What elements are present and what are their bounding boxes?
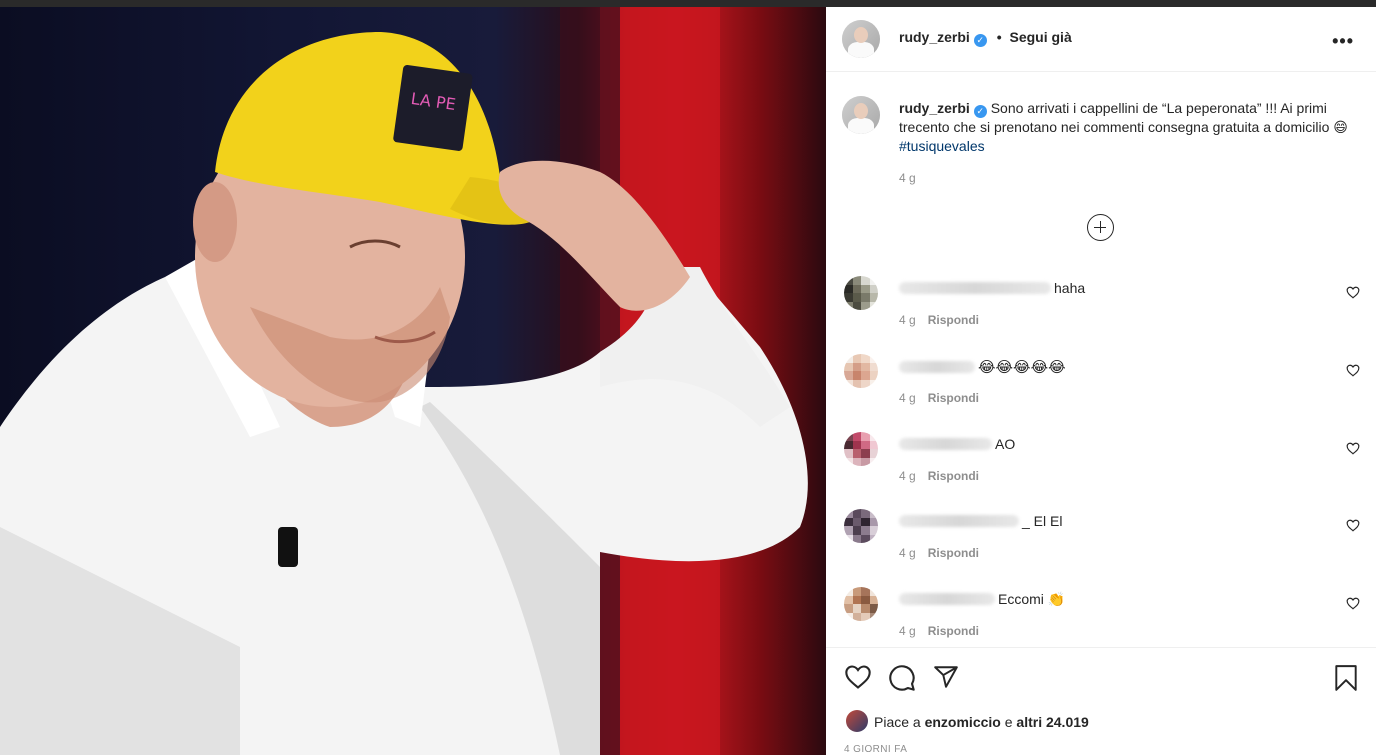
reply-button[interactable]: Rispondi bbox=[928, 313, 979, 327]
heart-icon[interactable] bbox=[1346, 442, 1360, 455]
commenter-avatar[interactable] bbox=[844, 432, 878, 466]
commenter-avatar[interactable] bbox=[844, 276, 878, 310]
comment-meta: 4 g Rispondi bbox=[899, 313, 979, 327]
comment-line: _ El El bbox=[899, 513, 1062, 529]
reply-button[interactable]: Rispondi bbox=[928, 469, 979, 483]
caption-time: 4 g bbox=[899, 171, 916, 185]
verified-badge-icon: ✓ bbox=[973, 34, 987, 47]
post-date[interactable]: 4 GIORNI FA bbox=[844, 744, 907, 755]
likes-user[interactable]: enzomiccio bbox=[925, 714, 1001, 730]
comment-item: haha 4 g Rispondi bbox=[826, 276, 1376, 346]
author-username[interactable]: rudy_zerbi bbox=[899, 29, 970, 45]
header-user-line: rudy_zerbi ✓ • Segui già bbox=[899, 29, 1072, 47]
blurred-username[interactable] bbox=[899, 361, 975, 373]
separator-dot: • bbox=[996, 29, 1002, 45]
comment-time: 4 g bbox=[899, 469, 916, 483]
comment-line: haha bbox=[899, 280, 1085, 296]
comment-text: haha bbox=[1054, 280, 1086, 296]
post-actions: Piace a enzomiccio e altri 24.019 4 GIOR… bbox=[826, 647, 1376, 755]
likes-others[interactable]: altri 24.019 bbox=[1016, 714, 1088, 730]
heart-icon[interactable] bbox=[844, 664, 872, 690]
paper-plane-icon[interactable] bbox=[932, 664, 960, 690]
comment-item: AO 4 g Rispondi bbox=[826, 432, 1376, 502]
post-caption: rudy_zerbi ✓ Sono arrivati i cappellini d… bbox=[899, 99, 1359, 156]
blurred-username[interactable] bbox=[899, 515, 1019, 527]
likes-middle: e bbox=[1004, 714, 1013, 730]
blurred-username[interactable] bbox=[899, 593, 995, 605]
comment-meta: 4 g Rispondi bbox=[899, 469, 979, 483]
post-photo[interactable]: LA PE bbox=[0, 7, 826, 755]
top-bar bbox=[0, 0, 1376, 7]
reply-button[interactable]: Rispondi bbox=[928, 624, 979, 638]
caption-username[interactable]: rudy_zerbi bbox=[899, 100, 970, 116]
caption-author-avatar[interactable] bbox=[842, 96, 880, 134]
heart-icon[interactable] bbox=[1346, 519, 1360, 532]
bookmark-icon[interactable] bbox=[1333, 664, 1359, 692]
comment-line: Eccomi 👏 bbox=[899, 591, 1065, 608]
plus-circle-icon[interactable] bbox=[1087, 214, 1114, 241]
heart-icon[interactable] bbox=[1346, 597, 1360, 610]
likes-summary: Piace a enzomiccio e altri 24.019 bbox=[874, 714, 1089, 730]
comment-text: Eccomi 👏 bbox=[998, 591, 1066, 607]
comment-meta: 4 g Rispondi bbox=[899, 546, 979, 560]
comment-time: 4 g bbox=[899, 313, 916, 327]
heart-icon[interactable] bbox=[1346, 364, 1360, 377]
photo-illustration: LA PE bbox=[0, 7, 808, 755]
comment-item: _ El El 4 g Rispondi bbox=[826, 509, 1376, 579]
commenter-avatar[interactable] bbox=[844, 587, 878, 621]
caption-hashtag[interactable]: #tusiquevales bbox=[899, 138, 985, 154]
comment-text: 😂😂😂😂😂 bbox=[978, 358, 1066, 376]
comment-time: 4 g bbox=[899, 391, 916, 405]
likes-prefix: Piace a bbox=[874, 714, 921, 730]
comment-text: AO bbox=[995, 436, 1016, 452]
comment-line: AO bbox=[899, 436, 1015, 452]
comment-meta: 4 g Rispondi bbox=[899, 624, 979, 638]
reply-button[interactable]: Rispondi bbox=[928, 546, 979, 560]
comment-meta: 4 g Rispondi bbox=[899, 391, 979, 405]
comment-item: 😂😂😂😂😂 4 g Rispondi bbox=[826, 354, 1376, 424]
liker-avatar[interactable] bbox=[846, 710, 868, 732]
commenter-avatar[interactable] bbox=[844, 509, 878, 543]
comment-time: 4 g bbox=[899, 546, 916, 560]
author-avatar[interactable] bbox=[842, 20, 880, 58]
verified-badge-icon: ✓ bbox=[973, 105, 987, 118]
commenter-avatar[interactable] bbox=[844, 354, 878, 388]
reply-button[interactable]: Rispondi bbox=[928, 391, 979, 405]
post-header: rudy_zerbi ✓ • Segui già ••• bbox=[826, 7, 1376, 72]
comment-time: 4 g bbox=[899, 624, 916, 638]
comment-line: 😂😂😂😂😂 bbox=[899, 358, 1066, 376]
heart-icon[interactable] bbox=[1346, 286, 1360, 299]
comment-text: _ El El bbox=[1022, 513, 1063, 529]
blurred-username[interactable] bbox=[899, 282, 1051, 294]
post-panel: rudy_zerbi ✓ • Segui già ••• rudy_zerbi ✓ … bbox=[826, 7, 1376, 755]
blurred-username[interactable] bbox=[899, 438, 992, 450]
follow-button[interactable]: Segui già bbox=[1010, 29, 1072, 45]
comment-icon[interactable] bbox=[888, 664, 916, 692]
more-options-icon[interactable]: ••• bbox=[1332, 31, 1354, 52]
